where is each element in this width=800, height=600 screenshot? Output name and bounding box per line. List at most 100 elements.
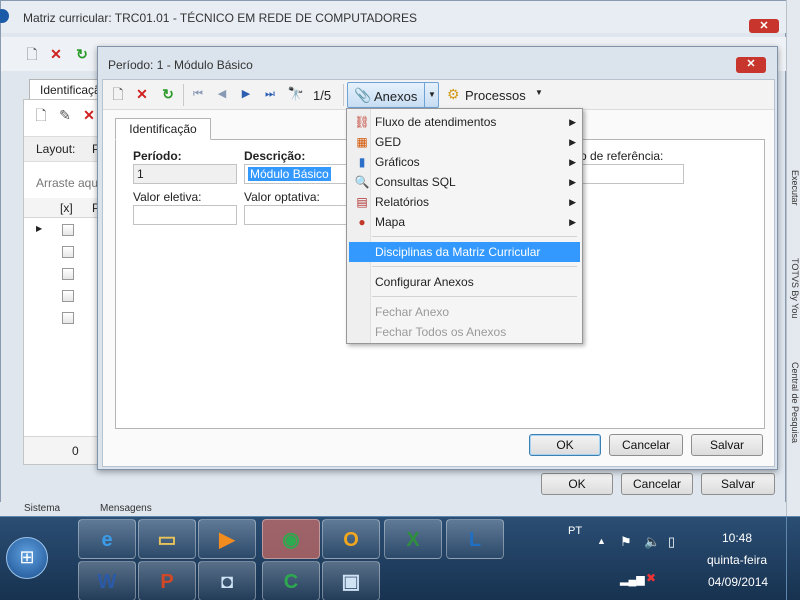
next-record-icon[interactable]: ▶ [237,85,255,103]
delete-icon[interactable]: ✕ [47,45,65,63]
clock-date[interactable]: 04/09/2014 [708,575,768,589]
dialog-ok-button[interactable]: OK [529,434,601,456]
gears-icon: ⚙ [447,86,460,102]
flow-icon: ⛓ [354,115,370,129]
find-icon[interactable]: 🔭 [287,85,305,103]
last-record-icon[interactable]: ⏭ [261,85,279,103]
first-record-icon[interactable]: ⏮ [189,85,207,103]
submenu-arrow-icon: ▶ [569,137,576,147]
dialog-cancel-button[interactable]: Cancelar [609,434,683,456]
outer-edit-icon[interactable]: ✎ [56,106,74,124]
outer-save-button[interactable]: Salvar [701,473,775,495]
table-row-checkbox[interactable] [62,268,74,280]
periodo-label: Período: [133,149,182,163]
outer-ok-button[interactable]: OK [541,473,613,495]
tray-expand-icon[interactable]: ▲ [597,536,606,546]
valor-optativa-field[interactable] [244,205,348,225]
outer-window-title: Matriz curricular: TRC01.01 - TÉCNICO EM… [23,11,418,25]
prev-record-icon[interactable]: ◀ [213,85,231,103]
totvs-taskbar-icon[interactable]: ▣ [322,561,380,600]
anexos-dropdown-arrow[interactable]: ▼ [424,83,439,107]
outer-tab-identificacao[interactable]: Identificaçã [29,79,101,101]
refresh-icon[interactable]: ↻ [159,85,177,103]
media-player-taskbar-icon[interactable]: ▶ [198,519,256,559]
new-icon[interactable]: 🗋 [109,85,127,103]
status-sistema[interactable]: Sistema [24,503,60,514]
menu-separator [372,266,577,267]
word-taskbar-icon[interactable]: W [78,561,136,600]
battery-icon[interactable]: ▯ [668,534,675,550]
menu-item-mapa[interactable]: ● Mapa ▶ [349,212,580,232]
table-row-checkbox[interactable] [62,224,74,236]
menu-item-label: Relatórios [375,195,430,209]
menu-item-label: GED [375,135,402,149]
processos-dropdown-arrow[interactable]: ▼ [535,88,543,97]
menu-item-disciplinas[interactable]: Disciplinas da Matriz Curricular [349,242,580,262]
submenu-arrow-icon: ▶ [569,197,576,207]
network-error-icon[interactable]: ⚑ [620,534,632,550]
menu-item-label: Mapa [375,215,406,229]
anexos-button[interactable]: 📎 Anexos ▼ [347,82,439,108]
dialog-toolbar: 🗋 ✕ ↻ ⏮ ◀ ▶ ⏭ 🔭 1/5 📎 Anexos ▼ ⚙ Process… [103,80,774,110]
central-tab[interactable]: Central de Pesquisa [788,362,800,482]
security-warning-icon[interactable]: ✖ [646,571,656,585]
outer-left-panel: 🗋 ✎ ✕ Layout: P Arraste aqui [x] P ▶ 0 [23,99,104,465]
ged-icon: ▦ [356,135,368,149]
volume-icon[interactable]: 🔈 [644,534,660,550]
outer-new-icon[interactable]: 🗋 [32,106,50,124]
powerpoint-taskbar-icon[interactable]: P [138,561,196,600]
excel-taskbar-icon[interactable]: X [384,519,442,559]
delete-icon[interactable]: ✕ [133,85,151,103]
show-desktop-button[interactable] [786,517,800,600]
menu-item-fluxo[interactable]: ⛓ Fluxo de atendimentos ▶ [349,112,580,132]
grid-footer-count: 0 [72,444,79,458]
valor-eletiva-field[interactable] [133,205,237,225]
dialog-save-button[interactable]: Salvar [691,434,763,456]
menu-item-relatorios[interactable]: ▤ Relatórios ▶ [349,192,580,212]
tab-identificacao[interactable]: Identificação [115,118,211,140]
chrome-taskbar-icon[interactable]: ◉ [262,519,320,559]
descricao-field[interactable]: Módulo Básico [244,164,348,184]
windows-logo-icon: ⊞ [19,547,35,567]
menu-item-graficos[interactable]: ▮ Gráficos ▶ [349,152,580,172]
app-taskbar-icon[interactable]: ◘ [198,561,256,600]
toolbar-separator [183,84,184,106]
start-button[interactable]: ⊞ [6,537,48,579]
periodo-field: 1 [133,164,237,184]
menu-separator [372,296,577,297]
processos-button[interactable]: ⚙ Processos ▼ [445,82,549,108]
outer-cancel-button[interactable]: Cancelar [621,473,693,495]
submenu-arrow-icon: ▶ [569,157,576,167]
status-strip: Sistema Mensagens [0,502,786,516]
grid-col-x[interactable]: [x] [60,201,73,215]
language-indicator[interactable]: PT [568,525,582,537]
outlook-taskbar-icon[interactable]: O [322,519,380,559]
refresh-icon[interactable]: ↻ [73,45,91,63]
sql-search-icon: 🔍 [354,175,370,189]
clock-day[interactable]: quinta-feira [707,553,767,567]
status-mensagens[interactable]: Mensagens [100,503,152,514]
lync-taskbar-icon[interactable]: L [446,519,504,559]
ie-taskbar-icon[interactable]: e [78,519,136,559]
totvs-tab[interactable]: TOTVS By You [788,258,800,338]
outer-close-button[interactable]: ✕ [749,19,779,33]
record-counter: 1/5 [313,88,332,103]
new-icon[interactable]: 🗋 [23,45,41,63]
outer-tab-label: Identificaçã [40,83,101,97]
menu-item-ged[interactable]: ▦ GED ▶ [349,132,580,152]
clock-time[interactable]: 10:48 [722,531,752,545]
menu-item-label: Gráficos [375,155,420,169]
toolbar-separator [343,84,344,106]
camtasia-taskbar-icon[interactable]: C [262,561,320,600]
menu-item-consultas-sql[interactable]: 🔍 Consultas SQL ▶ [349,172,580,192]
table-row-checkbox[interactable] [62,246,74,258]
table-row-checkbox[interactable] [62,312,74,324]
table-row-checkbox[interactable] [62,290,74,302]
dialog-close-button[interactable]: ✕ [736,57,766,73]
outer-delete-icon[interactable]: ✕ [80,106,98,124]
explorer-taskbar-icon[interactable]: ▭ [138,519,196,559]
signal-icon[interactable]: ▂▄▆ [620,573,645,586]
referencia-field[interactable] [580,164,684,184]
menu-item-configurar[interactable]: Configurar Anexos [349,272,580,292]
executar-tab[interactable]: Executar [788,170,800,230]
